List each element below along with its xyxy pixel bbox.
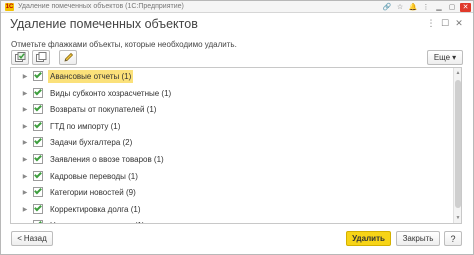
list-item-label: Корректировка долга (1) (50, 204, 141, 214)
list-item-label: ГТД по импорту (1) (50, 121, 121, 131)
form-title: Удаление помеченных объектов (10, 17, 198, 31)
list-item[interactable]: ▶ Задачи бухгалтера (2) (11, 135, 452, 151)
list-item[interactable]: ▶ Категории новостей (9) (11, 185, 452, 201)
item-checkbox[interactable] (33, 87, 43, 98)
scrollbar-thumb[interactable] (455, 80, 461, 208)
expand-arrow-icon[interactable]: ▶ (21, 156, 29, 164)
star-icon[interactable]: ☆ (395, 3, 405, 12)
window-close-button[interactable]: ✕ (460, 2, 471, 12)
list-item-label: Задачи бухгалтера (2) (50, 138, 133, 148)
scroll-up-icon[interactable]: ▲ (454, 69, 461, 77)
checkmark-icon (34, 186, 42, 195)
expand-arrow-icon[interactable]: ▶ (21, 189, 29, 197)
app-window: 1С Удаление помеченных объектов (1С:Пред… (0, 0, 474, 255)
expand-arrow-icon[interactable]: ▶ (21, 139, 29, 147)
checkmark-icon (34, 120, 42, 129)
expand-arrow-icon[interactable]: ▶ (21, 222, 29, 223)
delete-button[interactable]: Удалить (346, 231, 391, 246)
close-button[interactable]: Закрыть (396, 231, 440, 246)
list-item-label: Кадровые переводы (1) (50, 171, 138, 181)
back-button[interactable]: < Назад (11, 231, 53, 246)
check-all-icon (14, 52, 25, 62)
list-item[interactable]: ▶ Кадровые переводы (1) (11, 169, 452, 185)
list-item-label: Возвраты от покупателей (1) (50, 105, 157, 115)
bell-icon[interactable]: 🔔 (408, 3, 418, 12)
item-checkbox[interactable] (33, 186, 43, 198)
list-item-label: Авансовые отчеты (1) (48, 70, 134, 83)
item-checkbox[interactable] (33, 137, 43, 148)
back-arrow-icon: < (17, 234, 22, 243)
checkmark-icon (34, 153, 42, 162)
list-item-label: Заявления о ввозе товаров (1) (50, 155, 164, 164)
list-item[interactable]: ▶ Корректировка долга (1) (11, 202, 452, 218)
app-logo-icon: 1С (5, 3, 14, 11)
checkmark-icon (34, 220, 42, 223)
checkmark-icon (34, 170, 42, 178)
link-icon[interactable]: 🔗 (382, 3, 392, 12)
uncheck-all-button[interactable] (32, 50, 50, 65)
window-title: Удаление помеченных объектов (1С:Предпри… (18, 3, 184, 10)
uncheck-all-icon (35, 52, 46, 62)
list-item[interactable]: ▶ ГТД по импорту (1) (11, 119, 452, 135)
checkmark-icon (34, 203, 42, 212)
list-item-label: Категории новостей (9) (50, 188, 136, 198)
list-item[interactable]: ▶ Заявления о ввозе товаров (1) (11, 152, 452, 168)
item-checkbox[interactable] (33, 220, 43, 223)
item-checkbox[interactable] (33, 120, 43, 131)
check-all-button[interactable] (11, 50, 29, 65)
edit-button[interactable] (59, 50, 77, 65)
list-item-label: Виды субконто хозрасчетные (1) (50, 88, 172, 98)
list-item-label: Начисления зарплаты (1) (48, 219, 147, 223)
more-button-label: Еще (433, 53, 451, 62)
checkmark-icon (34, 87, 42, 95)
item-checkbox[interactable] (33, 153, 43, 164)
list-item[interactable]: ▶ Начисления зарплаты (1) (11, 218, 452, 223)
minimize-button[interactable]: ▁ (434, 3, 444, 12)
expand-arrow-icon[interactable]: ▶ (21, 106, 29, 114)
item-checkbox[interactable] (33, 103, 43, 115)
objects-tree-list[interactable]: ▶ Авансовые отчеты (1) ▶ Виды субконто хозр… (10, 67, 462, 224)
more-button[interactable]: Еще ▾ (427, 50, 463, 65)
expand-arrow-icon[interactable]: ▶ (21, 73, 29, 81)
list-item[interactable]: ▶ Возвраты от покупателей (1) (11, 102, 452, 118)
instruction-text: Отметьте флажками объекты, которые необх… (11, 40, 237, 49)
checkmark-icon (34, 103, 42, 112)
window-controls: 🔗 ☆ 🔔 ⋮ ▁ ▢ ✕ (382, 2, 471, 12)
form-more-icon[interactable]: ⋮ (426, 18, 436, 28)
item-checkbox[interactable] (33, 170, 43, 181)
expand-arrow-icon[interactable]: ▶ (21, 123, 29, 131)
expand-arrow-icon[interactable]: ▶ (21, 173, 29, 181)
vertical-scrollbar[interactable]: ▲ ▼ (453, 68, 461, 223)
window-titlebar: 1С Удаление помеченных объектов (1С:Пред… (1, 1, 473, 13)
expand-arrow-icon[interactable]: ▶ (21, 90, 29, 98)
checkmark-icon (34, 70, 42, 79)
form-close-icon[interactable]: ✕ (454, 18, 464, 28)
pencil-icon (63, 52, 73, 62)
help-button[interactable]: ? (444, 231, 462, 246)
item-checkbox[interactable] (33, 70, 43, 81)
chevron-down-icon: ▾ (452, 53, 457, 62)
form-maximize-icon[interactable]: ☐ (440, 18, 450, 28)
list-item[interactable]: ▶ Виды субконто хозрасчетные (1) (11, 86, 452, 102)
back-button-label: Назад (23, 234, 47, 243)
item-checkbox[interactable] (33, 203, 43, 214)
list-item[interactable]: ▶ Авансовые отчеты (1) (11, 69, 452, 85)
maximize-button[interactable]: ▢ (447, 3, 457, 12)
kebab-menu-icon[interactable]: ⋮ (421, 3, 431, 12)
scroll-down-icon[interactable]: ▼ (454, 214, 461, 222)
expand-arrow-icon[interactable]: ▶ (21, 206, 29, 214)
checkmark-icon (34, 137, 42, 145)
